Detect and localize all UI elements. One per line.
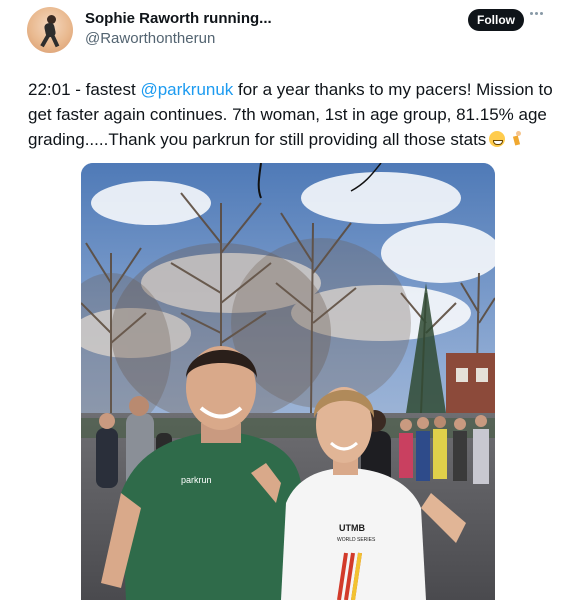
mention-link[interactable]: @parkrunuk: [140, 80, 233, 99]
shirt-logo-utmb-sub: WORLD SERIES: [337, 537, 376, 543]
avatar-runner-leg: [40, 34, 50, 48]
tweet-photo[interactable]: parkrun UTMB WORLD SERIES: [81, 163, 495, 600]
grinning-face-icon: [489, 131, 506, 147]
person-running-icon: [510, 131, 524, 147]
tweet-text: 22:01 - fastest @parkrunuk for a year th…: [28, 77, 558, 152]
avatar-runner-leg: [50, 34, 60, 48]
display-name[interactable]: Sophie Raworth running...: [85, 10, 272, 27]
more-options-icon[interactable]: [530, 12, 546, 20]
user-handle[interactable]: @Raworthontherun: [85, 30, 215, 47]
shirt-logo-utmb: UTMB: [339, 523, 365, 533]
shirt-logo-parkrun: parkrun: [181, 475, 212, 485]
follow-button[interactable]: Follow: [468, 9, 524, 31]
tweet-text-part: 22:01 - fastest: [28, 80, 141, 99]
photo-illustration: parkrun UTMB WORLD SERIES: [81, 163, 495, 600]
avatar[interactable]: [27, 7, 73, 53]
